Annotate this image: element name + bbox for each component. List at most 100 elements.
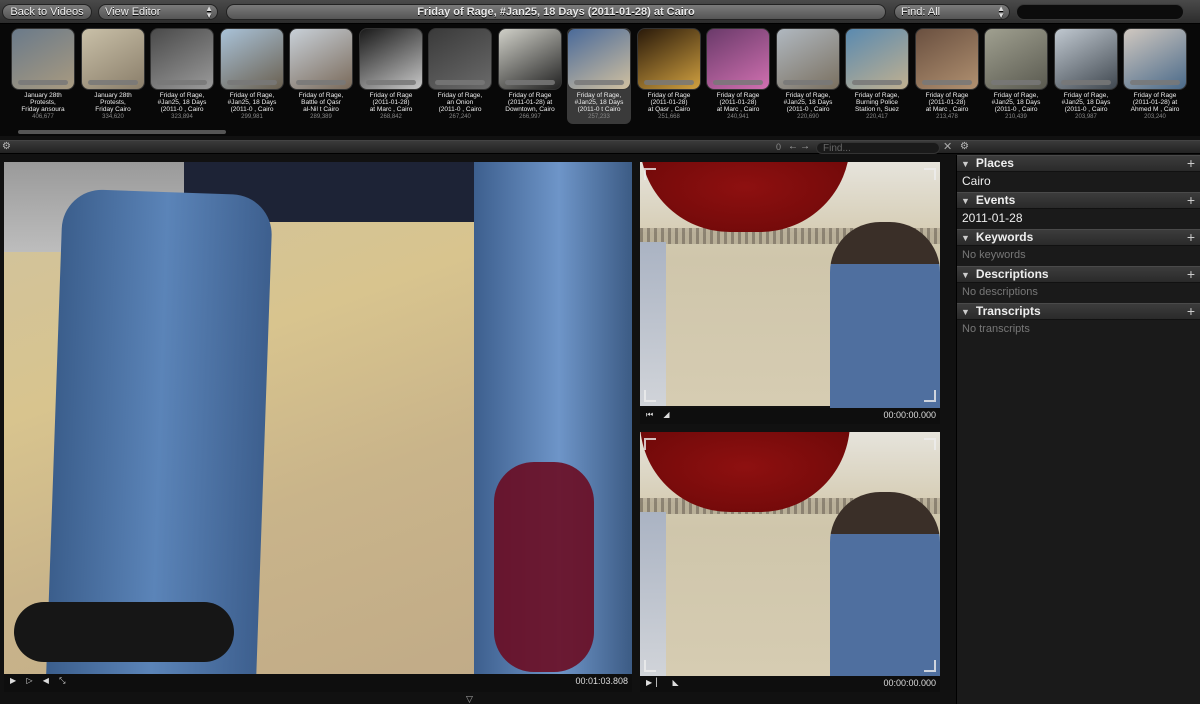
section-header-keywords[interactable]: ▼ Keywords +	[957, 229, 1200, 246]
thumb-view-count: 220,417	[866, 114, 888, 120]
filmstrip-thumb[interactable]: Friday of Rage, #Jan25, 18 Days (2011-0 …	[984, 28, 1048, 124]
main-video-frame	[4, 162, 632, 692]
thumb-image	[776, 28, 840, 90]
filmstrip-thumb[interactable]: Friday of Rage (2011-01-28) at Marc , Ca…	[359, 28, 423, 124]
filmstrip-thumb[interactable]: Friday of Rage (2011-01-28) at Downtown,…	[498, 28, 562, 124]
add-icon[interactable]: +	[1187, 267, 1195, 282]
thumb-image	[915, 28, 979, 90]
section-header-transcripts[interactable]: ▼ Transcripts +	[957, 303, 1200, 320]
section-value[interactable]: Cairo	[957, 172, 1200, 192]
gear-icon[interactable]: ⚙	[2, 141, 11, 153]
playback-controls-icon[interactable]: ▶▏ ◣	[646, 678, 683, 687]
thumb-view-count: 334,620	[102, 114, 124, 120]
match-count: 0	[776, 142, 782, 152]
playback-controls-icon[interactable]: ▶ ▷ ◀ ⤡	[10, 676, 70, 686]
section-header-descriptions[interactable]: ▼ Descriptions +	[957, 266, 1200, 283]
filmstrip-scrollbar[interactable]	[18, 130, 226, 134]
view-editor-select[interactable]: View Editor ▲ ▼	[98, 4, 218, 20]
thumb-view-count: 257,233	[588, 114, 610, 120]
thumb-progress	[366, 80, 416, 85]
section-value: No transcripts	[962, 323, 1030, 335]
filmstrip-thumb[interactable]: Friday of Rage, an Onion (2011-0 , Cairo…	[428, 28, 492, 124]
section-header-places[interactable]: ▼ Places +	[957, 155, 1200, 172]
top-timecode: 00:00:00.000	[883, 410, 936, 420]
top-side-player[interactable]: ⏮ ◢ 00:00:00.000	[640, 162, 940, 424]
thumb-progress	[1061, 80, 1111, 85]
thumb-view-count: 323,894	[171, 114, 193, 120]
filmstrip-thumb[interactable]: Friday of Rage (2011-01-28) at Ahmed M ,…	[1123, 28, 1187, 124]
add-icon[interactable]: +	[1187, 304, 1195, 319]
disclosure-triangle-icon[interactable]: ▼	[961, 307, 970, 317]
thumb-view-count: 266,997	[519, 114, 541, 120]
disclosure-triangle-icon[interactable]: ▼	[961, 159, 970, 169]
video-content	[14, 602, 234, 662]
bottom-side-player[interactable]: ▶▏ ◣ 00:00:00.000	[640, 432, 940, 692]
thumb-view-count: 203,987	[1075, 114, 1097, 120]
close-icon[interactable]: ✕	[943, 141, 952, 153]
chevron-down-icon[interactable]: ▽	[466, 694, 473, 704]
frame-corner	[924, 390, 936, 402]
gear-icon[interactable]: ⚙	[960, 141, 969, 153]
filmstrip-thumb[interactable]: Friday of Rage, #Jan25, 18 Days (2011-0 …	[220, 28, 284, 124]
search-input[interactable]	[1016, 4, 1184, 20]
thumb-image	[1054, 28, 1118, 90]
thumb-caption: Friday of Rage, #Jan25, 18 Days (2011-0 …	[1061, 92, 1111, 113]
thumb-view-count: 240,941	[727, 114, 749, 120]
back-to-videos-button[interactable]: Back to Videos	[2, 4, 92, 20]
frame-corner	[644, 390, 656, 402]
filmstrip-thumb[interactable]: Friday of Rage, Burning Police Station n…	[845, 28, 909, 124]
thumb-progress	[505, 80, 555, 85]
bottom-timecode: 00:00:00.000	[883, 678, 936, 688]
frame-corner	[924, 168, 936, 180]
thumb-image	[359, 28, 423, 90]
disclosure-triangle-icon[interactable]: ▼	[961, 270, 970, 280]
thumb-view-count: 220,690	[797, 114, 819, 120]
add-icon[interactable]: +	[1187, 230, 1195, 245]
thumb-image	[567, 28, 631, 90]
filmstrip-thumb[interactable]: Friday of Rage, #Jan25, 18 Days (2011-0 …	[1054, 28, 1118, 124]
disclosure-triangle-icon[interactable]: ▼	[961, 233, 970, 243]
thumb-view-count: 299,981	[241, 114, 263, 120]
frame-corner	[924, 438, 936, 450]
filmstrip-thumb[interactable]: Friday of Rage (2011-01-28) at Marc , Ca…	[706, 28, 770, 124]
thumb-image	[706, 28, 770, 90]
disclosure-triangle-icon[interactable]: ▼	[961, 196, 970, 206]
updown-arrows-icon: ▲ ▼	[997, 4, 1005, 20]
thumb-progress	[157, 80, 207, 85]
find-scope-select[interactable]: Find: All ▲ ▼	[894, 4, 1010, 20]
section-header-events[interactable]: ▼ Events +	[957, 192, 1200, 209]
thumb-caption: Friday of Rage (2011-01-28) at Marc , Ca…	[369, 92, 413, 113]
side-video-frame	[640, 432, 940, 682]
thumb-caption: Friday of Rage, #Jan25, 18 Days (2011-0 …	[157, 92, 207, 113]
thumb-caption: Friday of Rage, Burning Police Station n…	[854, 92, 900, 113]
thumb-caption: Friday of Rage, #Jan25, 18 Days (2011-0 …	[783, 92, 833, 113]
filmstrip-thumb[interactable]: January 28th Protests, Friday ansoura 406…	[11, 28, 75, 124]
video-content	[640, 242, 666, 406]
main-video-player[interactable]: ▶ ▷ ◀ ⤡ 00:01:03.808	[4, 162, 632, 692]
thumb-caption: January 28th Protests, Friday Cairo	[94, 92, 132, 113]
filmstrip-thumb[interactable]: Friday of Rage, #Jan25, 18 Days (2011-0 …	[150, 28, 214, 124]
panel-divider[interactable]	[948, 155, 956, 704]
find-scope-label: Find: All	[901, 6, 941, 18]
find-input[interactable]: Find...	[816, 142, 940, 154]
thumb-view-count: 203,240	[1144, 114, 1166, 120]
thumb-view-count: 213,478	[936, 114, 958, 120]
thumb-image	[428, 28, 492, 90]
filmstrip-thumb[interactable]: Friday of Rage, #Jan25, 18 Days (2011-0 …	[567, 28, 631, 124]
main-timecode: 00:01:03.808	[575, 676, 628, 686]
playback-controls-icon[interactable]: ⏮ ◢	[646, 410, 674, 420]
video-content	[830, 492, 940, 682]
filmstrip-thumb[interactable]: Friday of Rage (2011-01-28) at Marc , Ca…	[915, 28, 979, 124]
add-icon[interactable]: +	[1187, 156, 1195, 171]
filmstrip-thumb[interactable]: Friday of Rage (2011-01-28) at Qasr , Ca…	[637, 28, 701, 124]
filmstrip-thumb[interactable]: January 28th Protests, Friday Cairo 334,6…	[81, 28, 145, 124]
section-value[interactable]: 2011-01-28	[957, 209, 1200, 229]
thumb-caption: Friday of Rage (2011-01-28) at Downtown,…	[505, 92, 555, 113]
thumb-view-count: 267,240	[449, 114, 471, 120]
thumb-progress	[1130, 80, 1180, 85]
prev-next-arrows-icon[interactable]: ←→	[788, 141, 812, 153]
section-title: Transcripts	[975, 304, 1041, 318]
filmstrip-thumb[interactable]: Friday of Rage, #Jan25, 18 Days (2011-0 …	[776, 28, 840, 124]
add-icon[interactable]: +	[1187, 193, 1195, 208]
filmstrip-thumb[interactable]: Friday of Rage, Battle of Qasr al-Nil t …	[289, 28, 353, 124]
